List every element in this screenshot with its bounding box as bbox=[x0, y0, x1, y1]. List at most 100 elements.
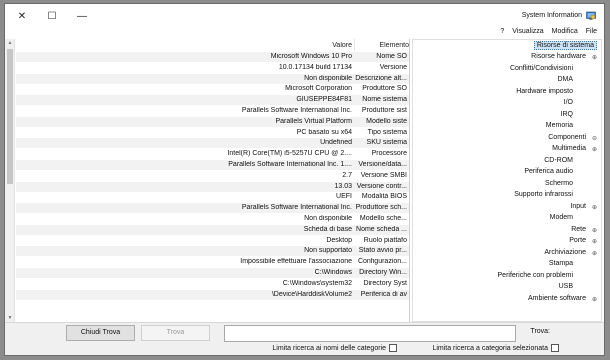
tree-item-risorse-di-sistema[interactable]: Risorse di sistema bbox=[533, 41, 597, 50]
column-divider[interactable] bbox=[354, 39, 355, 51]
limit-selected-category-checkbox[interactable] bbox=[551, 344, 559, 352]
tree-expander-icon[interactable]: ⊕ bbox=[592, 227, 597, 234]
cell-value: Non supportato bbox=[304, 247, 352, 255]
menu-file[interactable]: File bbox=[585, 28, 598, 39]
tree-item[interactable]: Componenti bbox=[548, 134, 586, 141]
table-row[interactable]: 10.0.17134 build 17134 Versione bbox=[16, 63, 409, 73]
table-row[interactable]: Impossibile effettuare l'associazione Con… bbox=[16, 257, 409, 267]
tree-expander-icon[interactable]: ⊕ bbox=[592, 238, 597, 245]
tree-item[interactable]: Multimedia bbox=[552, 145, 586, 152]
tree-item[interactable]: IRQ bbox=[561, 111, 573, 118]
table-row[interactable]: Intel(R) Core(TM) i5-5257U CPU @ 2.... Pr… bbox=[16, 149, 409, 159]
vertical-scrollbar[interactable]: ▲ ▼ bbox=[5, 39, 15, 322]
maximize-button[interactable]: ☐ bbox=[38, 4, 66, 28]
tree-item[interactable]: Conflitti/Condivisioni bbox=[510, 65, 573, 72]
limit-category-names-checkbox[interactable] bbox=[389, 344, 397, 352]
tree-item[interactable]: Risorse hardware bbox=[531, 53, 586, 60]
table-row[interactable]: 2.7 Versione SMBI bbox=[16, 171, 409, 181]
menu-visualizza[interactable]: Visualizza bbox=[511, 28, 544, 39]
cell-element: Produttore sist bbox=[361, 107, 407, 114]
cell-element: Versione contr... bbox=[356, 182, 407, 190]
limit-selected-category-option[interactable]: Limita ricerca a categoria selezionata bbox=[432, 344, 559, 352]
table-row[interactable]: Non disponibile Descrizione alt... bbox=[16, 73, 409, 84]
tree-item[interactable]: DMA bbox=[557, 76, 573, 83]
cell-element: Nome sistema bbox=[362, 96, 407, 104]
tree-expander-icon[interactable]: ⊕ bbox=[592, 204, 597, 211]
close-button[interactable]: ✕ bbox=[8, 4, 36, 28]
table-row[interactable]: Scheda di base Nome scheda ... bbox=[16, 224, 409, 235]
system-information-window: ✕ ☐ — System Information File Modifica V… bbox=[4, 3, 605, 356]
table-row[interactable]: GIUSEPPE84F81 Nome sistema bbox=[16, 95, 409, 106]
tree-item[interactable]: Archiviazione bbox=[544, 249, 586, 256]
tree-item[interactable]: Supporto infrarossi bbox=[514, 191, 573, 198]
scroll-up-icon[interactable]: ▲ bbox=[5, 39, 15, 47]
system-info-app-icon bbox=[586, 11, 596, 20]
table-row[interactable]: Desktop Ruolo piattafo bbox=[16, 236, 409, 246]
cell-value: \Device\HarddiskVolume2 bbox=[271, 290, 352, 298]
tree-item[interactable]: Periferica audio bbox=[524, 168, 573, 175]
tree-item[interactable]: Ambiente software bbox=[528, 295, 586, 302]
table-row[interactable]: Undefined SKU sistema bbox=[16, 138, 409, 149]
cell-element: SKU sistema bbox=[366, 139, 407, 147]
cell-value: Parallels Software International Inc. 1.… bbox=[228, 161, 352, 168]
cell-value: Microsoft Corporation bbox=[285, 85, 352, 93]
tree-expander-icon[interactable]: ⊕ bbox=[592, 54, 597, 61]
minimize-icon: — bbox=[77, 10, 87, 22]
tree-item[interactable]: CD-ROM bbox=[544, 157, 573, 164]
table-row[interactable]: Microsoft Corporation Produttore SO bbox=[16, 84, 409, 94]
scroll-down-icon[interactable]: ▼ bbox=[5, 314, 15, 322]
menu-bar: File Modifica Visualizza ? bbox=[499, 28, 604, 39]
tree-item[interactable]: Periferiche con problemi bbox=[498, 272, 573, 279]
cell-value: GIUSEPPE84F81 bbox=[296, 96, 352, 104]
table-row[interactable]: C:\Windows Directory Win... bbox=[16, 268, 409, 278]
table-row[interactable]: PC basato su x64 Tipo sistema bbox=[16, 128, 409, 138]
tree-item[interactable]: I/O bbox=[564, 99, 573, 106]
column-header-value[interactable]: Valore bbox=[225, 42, 352, 49]
limit-category-names-label[interactable]: Limita ricerca ai nomi delle categorie bbox=[272, 345, 386, 352]
tree-item[interactable]: Porte bbox=[569, 237, 586, 244]
cell-value: Non disponibile bbox=[304, 215, 352, 222]
minimize-button[interactable]: — bbox=[68, 4, 96, 28]
tree-item[interactable]: USB bbox=[559, 283, 573, 290]
cell-value: Scheda di base bbox=[303, 225, 352, 233]
close-find-button[interactable]: Chiudi Trova bbox=[66, 325, 135, 341]
find-button[interactable]: Trova bbox=[141, 325, 210, 341]
tree-item[interactable]: Schermo bbox=[545, 180, 573, 187]
find-input[interactable] bbox=[224, 325, 516, 342]
table-row[interactable]: Microsoft Windows 10 Pro Nome SO bbox=[16, 52, 409, 62]
cell-element: Nome SO bbox=[376, 53, 407, 60]
column-header-element[interactable]: Elemento bbox=[357, 42, 409, 49]
limit-selected-category-label[interactable]: Limita ricerca a categoria selezionata bbox=[432, 345, 548, 352]
cell-element: Tipo sistema bbox=[367, 128, 407, 136]
limit-category-names-option[interactable]: Limita ricerca ai nomi delle categorie bbox=[272, 344, 397, 352]
tree-item[interactable]: Hardware imposto bbox=[516, 88, 573, 95]
tree-expander-icon[interactable]: ⊕ bbox=[592, 146, 597, 153]
menu-modifica[interactable]: Modifica bbox=[551, 28, 579, 39]
category-tree: Risorse di sistema ⊕ Risorse hardware Conf… bbox=[412, 39, 602, 322]
cell-value: C:\Windows\system32 bbox=[282, 279, 352, 287]
tree-item[interactable]: Modem bbox=[550, 214, 573, 221]
table-row[interactable]: C:\Windows\system32 Directory Syst bbox=[16, 279, 409, 289]
tree-expander-icon[interactable]: ⊕ bbox=[592, 250, 597, 257]
tree-expander-icon[interactable]: ⊕ bbox=[592, 296, 597, 303]
table-row[interactable]: \Device\HarddiskVolume2 Periferica di av bbox=[16, 289, 409, 300]
table-row[interactable]: Parallels Software International Inc. 1.… bbox=[16, 160, 409, 170]
table-row[interactable]: UEFI Modalità BIOS bbox=[16, 192, 409, 202]
scrollbar-thumb[interactable] bbox=[7, 49, 13, 184]
table-row[interactable]: Non disponibile Modello sche... bbox=[16, 214, 409, 224]
menu-help[interactable]: ? bbox=[499, 28, 505, 39]
tree-item[interactable]: Memoria bbox=[546, 122, 573, 129]
table-row[interactable]: Parallels Virtual Platform Modello siste bbox=[16, 116, 409, 127]
table-row[interactable]: 13.03 Versione contr... bbox=[16, 181, 409, 192]
cell-element: Versione bbox=[379, 63, 407, 71]
tree-item[interactable]: Stampa bbox=[549, 260, 573, 267]
tree-item[interactable]: Input bbox=[570, 203, 586, 210]
tree-expander-icon[interactable]: ⊖ bbox=[592, 135, 597, 142]
table-row[interactable]: Parallels Software International Inc. Pro… bbox=[16, 106, 409, 116]
cell-element: Stato avvio pr... bbox=[358, 247, 407, 255]
cell-element: Versione/data... bbox=[358, 161, 407, 168]
table-row[interactable]: Parallels Software International Inc. Pro… bbox=[16, 203, 409, 214]
table-row[interactable]: Non supportato Stato avvio pr... bbox=[16, 246, 409, 257]
tree-item[interactable]: Rete bbox=[571, 226, 586, 233]
cell-element: Periferica di av bbox=[360, 290, 407, 298]
